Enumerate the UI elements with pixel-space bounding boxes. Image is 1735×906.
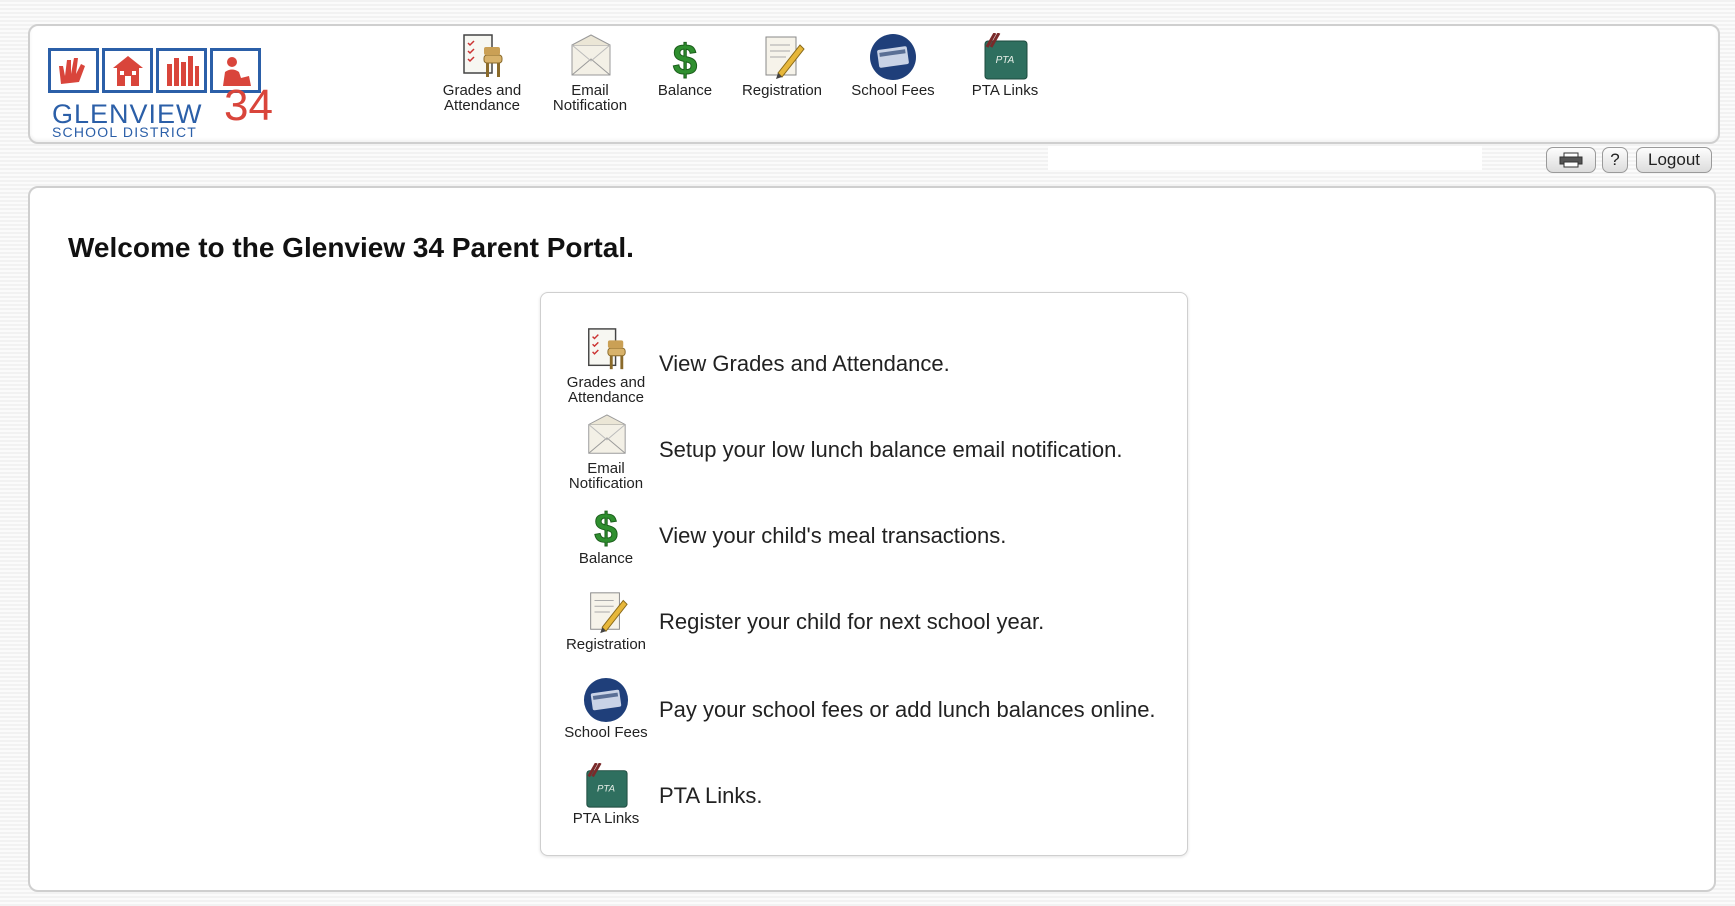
balance-link[interactable]: $ Balance — [561, 503, 651, 566]
item-description[interactable]: View your child's meal transactions. — [659, 523, 1006, 549]
svg-text:PTA: PTA — [597, 784, 615, 795]
pta-links-link[interactable]: PTA PTA Links — [561, 763, 651, 826]
item-icon-label: Email — [587, 460, 625, 477]
registration-scroll-icon — [765, 36, 805, 79]
list-item: Registration Register your child for nex… — [541, 589, 1189, 669]
item-description[interactable]: View Grades and Attendance. — [659, 351, 950, 377]
nav-pta-links[interactable]: PTA PTA Links — [950, 33, 1060, 98]
list-item: School Fees Pay your school fees or add … — [541, 677, 1189, 757]
district-wordmark: GLENVIEW 34 SCHOOL DISTRICT — [52, 84, 273, 140]
registration-scroll-icon — [590, 592, 628, 634]
item-description[interactable]: PTA Links. — [659, 783, 763, 809]
item-description[interactable]: Register your child for next school year… — [659, 609, 1044, 635]
toolbar-strip — [1048, 146, 1482, 170]
item-icon-label: Notification — [568, 475, 644, 492]
grades-attendance-icon — [588, 328, 626, 370]
logout-button[interactable]: Logout — [1636, 147, 1712, 173]
nav-grades-label-1: Grades and — [442, 82, 522, 99]
grades-attendance-icon — [463, 34, 503, 77]
pta-chalkboard-icon: PTA — [984, 33, 1028, 80]
item-icon-label: Registration — [565, 636, 647, 653]
schoolhouse-logo-tile — [102, 48, 153, 93]
registration-link[interactable]: Registration — [561, 589, 651, 652]
email-envelope-icon — [571, 34, 611, 76]
nav-balance-label: Balance — [657, 82, 713, 99]
portal-menu-card: Grades and Attendance View Grades and At… — [540, 292, 1188, 856]
pta-chalkboard-icon: PTA — [586, 763, 628, 808]
hand-logo-tile — [48, 48, 99, 93]
school-fees-link[interactable]: School Fees — [561, 677, 651, 740]
district-logo[interactable]: GLENVIEW 34 SCHOOL DISTRICT — [48, 48, 278, 140]
list-item: $ Balance View your child's meal transac… — [541, 503, 1189, 583]
list-item: Grades and Attendance View Grades and At… — [541, 327, 1189, 407]
svg-text:$: $ — [673, 36, 697, 81]
nav-pta-label: PTA Links — [971, 82, 1039, 99]
district-number: 34 — [224, 81, 273, 130]
item-icon-label: Balance — [578, 550, 634, 567]
books-logo-tile — [156, 48, 207, 93]
district-sub: SCHOOL DISTRICT — [52, 124, 198, 140]
print-button[interactable] — [1546, 147, 1596, 173]
dollar-icon: $ — [594, 505, 618, 549]
svg-text:PTA: PTA — [996, 55, 1015, 66]
list-item: Email Notification Setup your low lunch … — [541, 413, 1189, 493]
email-notification-link[interactable]: Email Notification — [561, 413, 651, 491]
nav-email-label-1: Email — [571, 82, 609, 99]
print-icon — [1559, 152, 1583, 168]
nav-school-fees[interactable]: School Fees — [838, 33, 948, 98]
nav-email-notification[interactable]: Email Notification — [535, 33, 645, 113]
item-icon-label: Grades and — [566, 374, 646, 391]
email-envelope-icon — [588, 414, 626, 454]
school-fees-icon — [870, 34, 916, 80]
nav-registration-label: Registration — [741, 82, 823, 99]
nav-school-fees-label: School Fees — [851, 82, 935, 99]
nav-grades-label-2: Attendance — [444, 97, 520, 114]
nav-balance[interactable]: $ Balance — [630, 33, 740, 99]
item-icon-label: Attendance — [568, 389, 644, 406]
page-title: Welcome to the Glenview 34 Parent Portal… — [68, 232, 634, 263]
item-icon-label: School Fees — [564, 724, 648, 741]
dollar-icon: $ — [672, 36, 697, 82]
nav-registration[interactable]: Registration — [727, 33, 837, 98]
item-icon-label: PTA Links — [572, 810, 640, 827]
nav-email-label-2: Notification — [552, 97, 628, 114]
school-fees-icon — [583, 677, 629, 723]
list-item: PTA PTA Links PTA Links. — [541, 763, 1189, 843]
help-button[interactable]: ? — [1602, 147, 1628, 173]
item-description[interactable]: Setup your low lunch balance email notif… — [659, 437, 1123, 463]
nav-grades-attendance[interactable]: Grades and Attendance — [427, 33, 537, 113]
svg-text:$: $ — [594, 505, 617, 549]
item-description[interactable]: Pay your school fees or add lunch balanc… — [659, 697, 1156, 723]
grades-attendance-link[interactable]: Grades and Attendance — [561, 327, 651, 405]
